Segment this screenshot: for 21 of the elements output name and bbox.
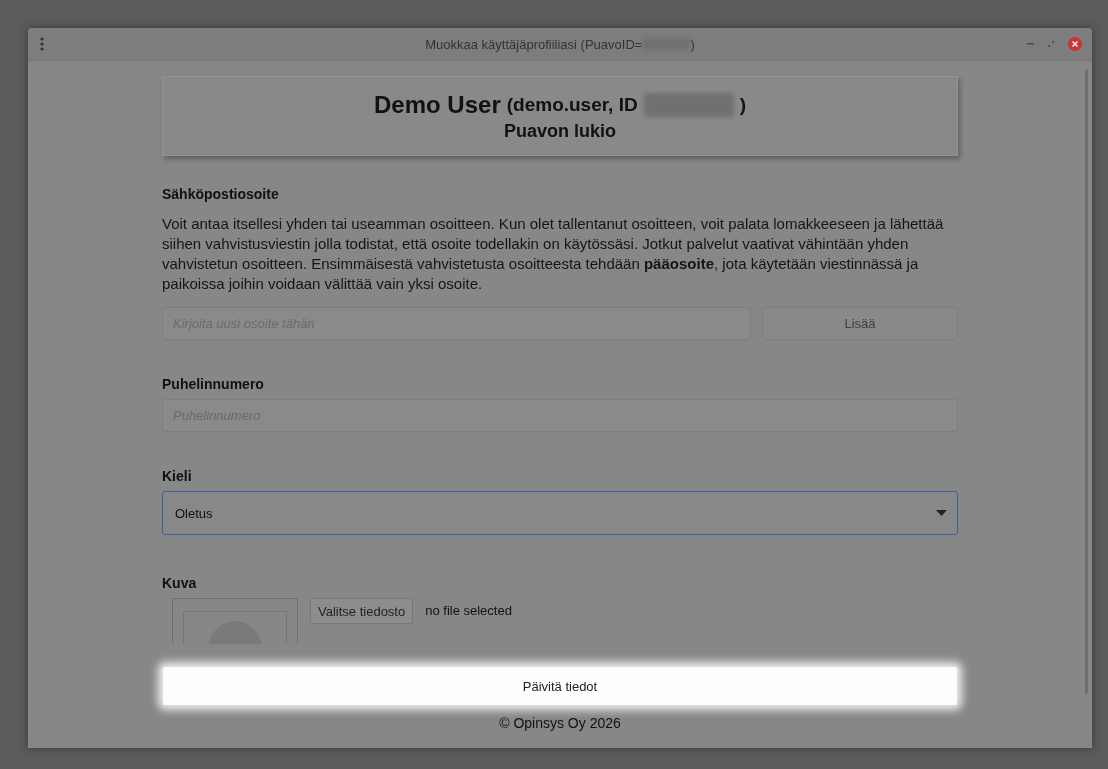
update-button[interactable]: Päivitä tiedot [162,666,958,706]
maximize-icon[interactable] [1048,41,1054,47]
choose-file-button[interactable]: Valitse tiedosto [310,598,414,624]
language-select[interactable]: Oletus [162,491,958,535]
field-label: Sähköpostiosoite [162,186,280,202]
school-name: Puavon lukio [504,120,616,142]
close-icon[interactable] [1068,37,1082,51]
user-name: Demo User [374,90,501,119]
user-login: (demo.user, ID [506,93,638,116]
field-label: Kieli [162,468,193,484]
minimize-icon[interactable] [1027,43,1034,45]
email-description: Voit antaa itsellesi yhden tai useamman osoitteen. Kun olet tallentanut osoitteen, voit palata lomakkeeseen ja lähettää siihen vahvistusviestin jolla todistat, että osoite todellakin on käytössäsi. Jotkut palvelut vaativat vähintään yhden vahvistetun osoitteen. Ensimmäisestä vahvistetusta osoitteesta tehdään pääosoite, jota käytetään viestinnässä ja paikoissa joihin voidaan välittää vain yksi osoite. [162,214,945,294]
field-label: Puhelinnumero [162,376,265,392]
file-status: no file selected [425,603,512,618]
field-label: Kuva [162,575,198,591]
menu-icon[interactable] [40,37,44,51]
dropdown-caret-icon [936,510,947,516]
user-login: ) [739,93,746,116]
window-title: ) [690,36,695,52]
copyright-footer: © Opinsys Oy 2026 [499,715,621,731]
window-title: Muokkaa käyttäjäprofiiliasi (PuavoID= [425,36,643,52]
